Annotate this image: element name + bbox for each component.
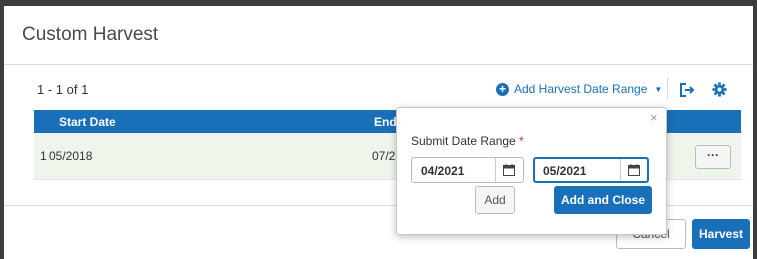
window-frame-right [753, 6, 757, 259]
required-marker: * [519, 134, 524, 148]
add-harvest-date-range-button[interactable]: + Add Harvest Date Range ▼ [496, 82, 662, 96]
harvest-button[interactable]: Harvest [692, 219, 750, 249]
export-icon[interactable] [679, 82, 695, 98]
to-date-divider [620, 159, 621, 181]
close-icon[interactable]: × [650, 110, 658, 125]
calendar-icon[interactable] [628, 164, 640, 176]
add-and-close-button[interactable]: Add and Close [554, 186, 652, 214]
add-range-label: Add Harvest Date Range [514, 82, 648, 96]
caret-down-icon: ▼ [654, 84, 663, 94]
row-index: 1 [40, 149, 47, 163]
column-header-end-date[interactable]: End [374, 115, 397, 129]
submit-date-range-label: Submit Date Range * [411, 134, 524, 148]
column-header-start-date[interactable]: Start Date [59, 115, 116, 129]
to-date-input[interactable]: 05/2021 [533, 157, 649, 183]
from-date-value: 04/2021 [421, 164, 465, 178]
to-date-value: 05/2021 [543, 164, 587, 178]
add-button[interactable]: Add [475, 186, 515, 214]
date-range-popover: × Submit Date Range * 04/2021 05/2021 Ad… [396, 107, 667, 235]
row-start-date: 05/2018 [49, 149, 93, 163]
row-end-date: 07/2 [372, 149, 396, 163]
from-date-divider [495, 158, 496, 182]
submit-date-range-text: Submit Date Range [411, 134, 516, 148]
plus-circle-icon: + [496, 82, 509, 96]
toolbar-divider [667, 78, 668, 100]
from-date-input[interactable]: 04/2021 [411, 157, 524, 183]
dialog-title: Custom Harvest [22, 24, 159, 45]
row-actions-button[interactable]: ··· [695, 145, 731, 169]
gear-icon[interactable] [712, 82, 727, 97]
title-divider [4, 64, 753, 65]
calendar-icon[interactable] [503, 164, 515, 176]
record-count: 1 - 1 of 1 [37, 82, 89, 97]
